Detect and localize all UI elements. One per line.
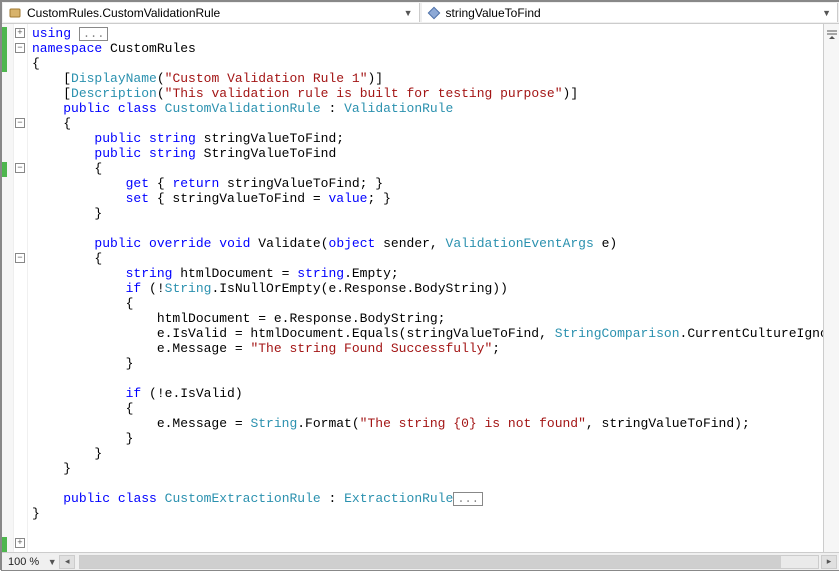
outline-toggle[interactable]: −: [15, 163, 25, 173]
member-dropdown[interactable]: stringValueToFind ▼: [422, 3, 839, 22]
field-icon: [426, 5, 442, 21]
split-button[interactable]: [823, 24, 839, 552]
member-dropdown-label: stringValueToFind: [446, 6, 821, 20]
outline-toggle[interactable]: +: [15, 538, 25, 548]
outline-toggle[interactable]: +: [15, 28, 25, 38]
scroll-left-button[interactable]: ◂: [59, 555, 75, 569]
type-dropdown-label: CustomRules.CustomValidationRule: [27, 6, 402, 20]
type-dropdown[interactable]: CustomRules.CustomValidationRule ▼: [3, 3, 420, 22]
collapsed-region[interactable]: ...: [79, 27, 109, 41]
outline-toggle[interactable]: −: [15, 118, 25, 128]
scroll-right-button[interactable]: ▸: [821, 555, 837, 569]
change-marker: [2, 162, 7, 177]
outline-toggle[interactable]: −: [15, 253, 25, 263]
zoom-level[interactable]: 100 %: [2, 556, 45, 568]
editor-area: + − − − − + using ... namespace CustomRu…: [2, 24, 839, 552]
navigation-bar: CustomRules.CustomValidationRule ▼ strin…: [2, 2, 839, 24]
zoom-chevron-icon[interactable]: ▼: [45, 557, 59, 567]
scrollbar-thumb[interactable]: [80, 556, 781, 568]
chevron-down-icon: ▼: [820, 8, 833, 18]
chevron-down-icon: ▼: [402, 8, 415, 18]
change-marker: [2, 537, 7, 552]
change-marker: [2, 27, 7, 72]
status-bar: 100 % ▼ ◂ ▸: [2, 552, 839, 570]
split-icon: [826, 28, 838, 40]
outline-toggle[interactable]: −: [15, 43, 25, 53]
collapsed-region[interactable]: ...: [453, 492, 483, 506]
class-icon: [7, 5, 23, 21]
indicator-margin: [2, 24, 14, 552]
horizontal-scrollbar[interactable]: [79, 555, 819, 569]
code-editor[interactable]: using ... namespace CustomRules { [Displ…: [28, 24, 823, 552]
outline-margin: + − − − − +: [14, 24, 28, 552]
